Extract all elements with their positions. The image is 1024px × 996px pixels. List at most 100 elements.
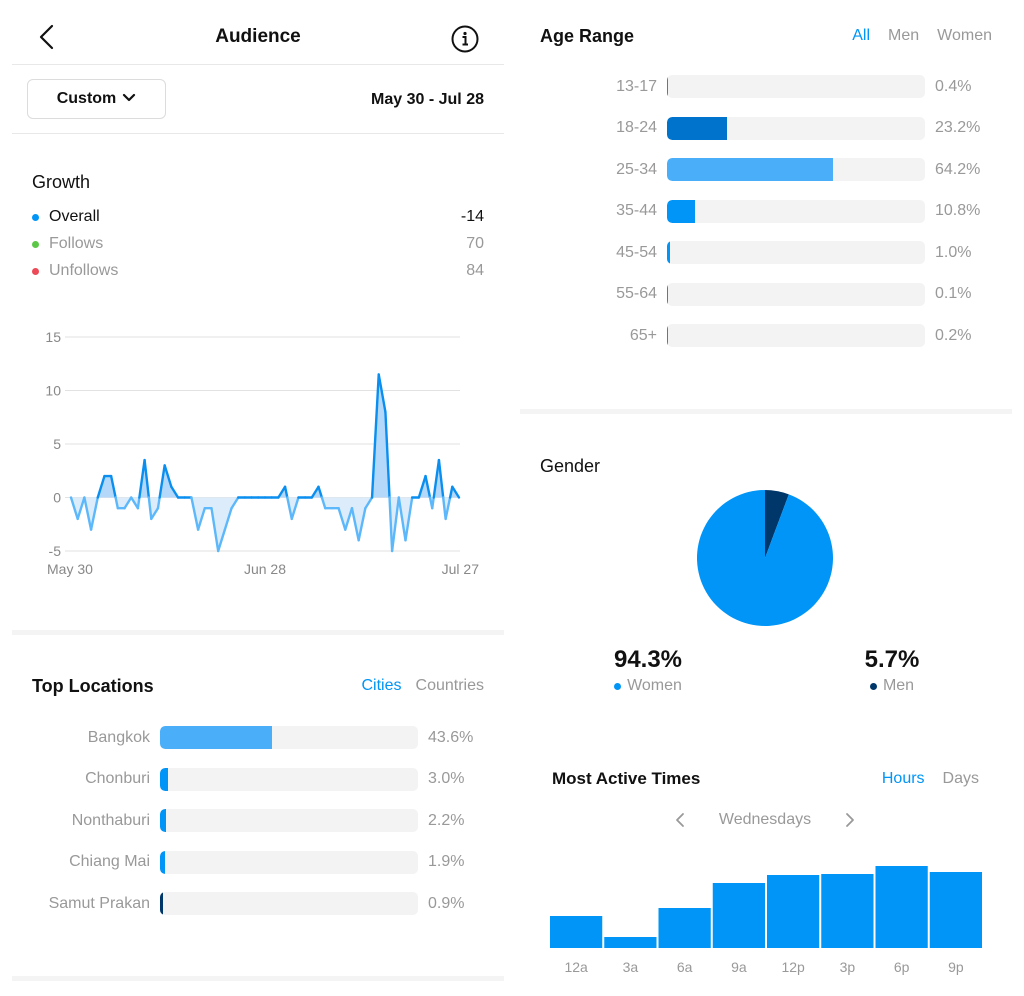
hour-label: 6p [894,959,910,975]
growth-line-segment [156,496,161,510]
location-row: Nonthaburi 2.2% [12,809,464,832]
right-panel: Age Range All Men Women 13-17 0.4% 18-24 23… [520,0,1012,996]
day-label: Wednesdays [718,811,812,828]
hour-label: 3p [840,959,856,975]
location-row: Chonburi 3.0% [12,767,464,791]
legend-dot [32,213,39,221]
tab-men[interactable]: Men [888,27,919,45]
location-fill [160,767,168,791]
age-track [667,282,925,306]
growth-legend-follows: Follows 70 [32,233,484,255]
section-divider [12,630,504,635]
y-tick-label: 0 [53,490,61,506]
location-label: Nonthaburi [71,811,150,829]
growth-legend-overall: Overall -14 [32,206,484,228]
age-percent: 10.8% [935,202,981,219]
hour-label: 6a [677,959,693,975]
age-track [667,158,925,181]
men-label: Men [882,677,915,694]
age-track [667,199,925,223]
location-row: Chiang Mai 1.9% [12,850,464,874]
women-label: Women [627,677,682,694]
active-bar [929,872,982,948]
y-tick-label: 10 [45,383,61,399]
growth-line-segment [136,496,141,510]
men-legend: Men [812,677,972,695]
tab-days[interactable]: Days [943,770,979,788]
location-track [160,726,418,749]
age-percent: 23.2% [935,119,981,136]
hour-label: 9p [948,959,964,975]
age-fill [667,324,668,347]
gender-title: Gender [540,456,601,476]
age-fill [667,199,695,223]
location-row: Samut Prakan 0.9% [12,892,464,915]
age-track [667,241,925,264]
section-divider [12,976,504,981]
age-label: 35-44 [616,202,657,219]
pie-slice-women [697,490,833,626]
y-tick-label: -5 [49,543,62,559]
info-circle-icon[interactable] [450,24,480,54]
growth-legend-unfollows: Unfollows 84 [32,260,484,282]
legend-value: 70 [466,235,484,252]
men-percent: 5.7% [864,646,920,673]
age-track [667,324,925,347]
age-row: 13-17 0.4% [520,75,971,98]
location-percent: 0.9% [428,894,465,912]
age-track [667,75,925,98]
age-fill [667,241,670,264]
active-bar [604,937,657,948]
growth-line-segment [431,496,435,510]
day-navigator: Wednesdays [670,810,860,830]
location-percent: 2.2% [428,811,465,829]
location-fill [160,726,273,749]
location-fill [160,892,163,915]
location-row: Bangkok 43.6% [12,726,473,749]
location-track [160,809,418,832]
legend-label: Overall [49,208,100,225]
tab-countries[interactable]: Countries [416,677,484,695]
age-row: 65+ 0.2% [520,324,971,347]
chevron-left-icon[interactable] [670,810,690,830]
age-label: 25-34 [616,160,657,178]
location-label: Chiang Mai [69,853,150,870]
chevron-down-icon [122,90,136,108]
location-label: Samut Prakan [48,894,150,912]
period-label: Custom [56,90,117,107]
left-panel: Audience Custom May 30 - Jul 28 Growth O… [12,0,504,996]
tab-hours[interactable]: Hours [882,770,925,788]
period-dropdown[interactable]: Custom [27,79,166,119]
legend-value: -14 [460,208,484,225]
tab-cities[interactable]: Cities [362,677,402,695]
location-track [160,892,418,915]
legend-dot [32,267,39,275]
active-bar [550,916,603,948]
most-active-title: Most Active Times [552,769,701,788]
active-bar [821,874,874,948]
page-title: Audience [215,26,301,47]
age-row: 18-24 23.2% [520,116,981,140]
hour-label: 12a [564,959,588,975]
location-label: Bangkok [87,728,150,746]
location-tabs: Cities Countries [362,677,485,695]
location-fill [160,850,165,874]
men-dot [869,682,877,690]
age-range-title: Age Range [540,26,635,46]
tab-all[interactable]: All [852,27,870,45]
date-range: May 30 - Jul 28 [371,91,484,108]
age-label: 13-17 [616,77,657,95]
active-bar [875,866,928,948]
women-dot [614,682,622,690]
location-track [160,850,418,874]
age-row: 35-44 10.8% [520,199,981,223]
location-track [160,767,418,791]
tab-women[interactable]: Women [937,27,992,45]
women-legend: Women [568,677,728,695]
y-tick-label: 5 [53,436,61,452]
x-tick-label: Jun 28 [244,561,286,577]
positive-area [71,374,459,498]
chevron-right-icon[interactable] [840,810,860,830]
location-label: Chonburi [85,770,150,787]
top-locations-title: Top Locations [32,676,154,696]
